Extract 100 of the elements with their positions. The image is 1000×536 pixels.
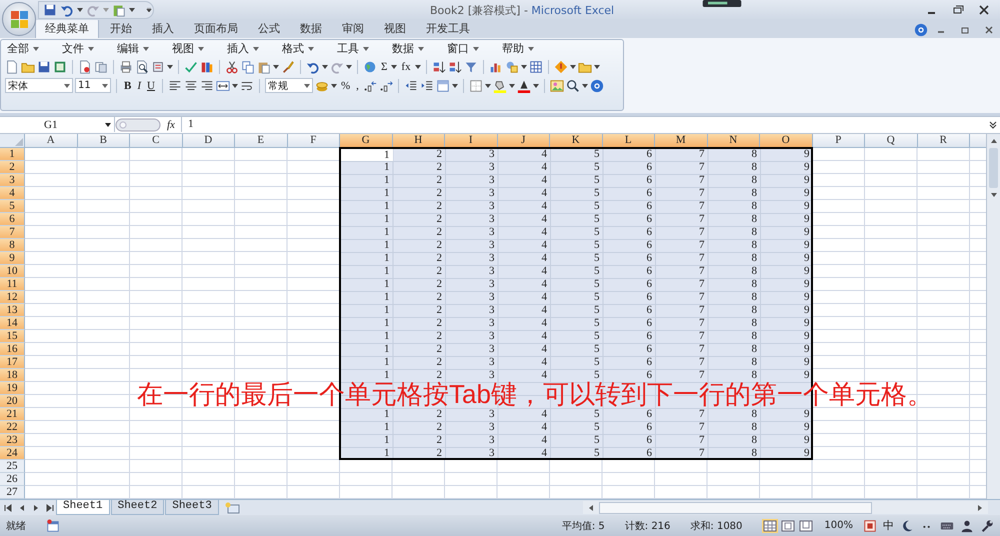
row-header[interactable]: 20	[0, 394, 25, 408]
column-header[interactable]: D	[182, 134, 235, 148]
caret-icon[interactable]	[418, 46, 424, 51]
brush-icon[interactable]	[281, 60, 295, 74]
caret-icon[interactable]	[167, 64, 173, 69]
merge-icon[interactable]	[216, 78, 230, 93]
scrollbar-thumb[interactable]	[599, 502, 872, 514]
font-color-icon[interactable]	[516, 78, 531, 93]
row-header[interactable]: 24	[0, 446, 25, 460]
printer-icon[interactable]	[119, 60, 133, 74]
style-button[interactable]: U	[145, 78, 157, 93]
help-icon[interactable]	[590, 78, 604, 93]
row-header[interactable]: 22	[0, 420, 25, 434]
input-method-icon[interactable]	[863, 518, 877, 533]
ribbon-tab[interactable]: 视图	[375, 18, 415, 38]
decrease-decimal-icon[interactable]	[378, 78, 393, 93]
sheet-tab[interactable]: Sheet2	[110, 500, 164, 516]
row-header[interactable]: 23	[0, 434, 25, 447]
caret-icon[interactable]	[346, 64, 352, 69]
menu-item[interactable]: 全部	[5, 41, 60, 56]
stamp-icon[interactable]	[151, 60, 165, 74]
row-header[interactable]: 15	[0, 330, 25, 343]
caret-icon[interactable]	[77, 8, 83, 12]
column-header[interactable]: A	[25, 134, 78, 148]
page-break-icon[interactable]	[798, 518, 814, 533]
horizontal-scrollbar[interactable]	[583, 501, 988, 514]
preview-icon[interactable]	[135, 60, 149, 74]
row-header[interactable]: 6	[0, 212, 25, 226]
scroll-right-icon[interactable]	[976, 502, 984, 513]
wrench-icon[interactable]	[980, 518, 994, 533]
align-center-icon[interactable]	[184, 78, 198, 93]
zoom-level[interactable]: 100%	[824, 520, 853, 532]
sort-descending-icon[interactable]	[448, 60, 462, 74]
menu-item[interactable]: 帮助	[500, 41, 555, 56]
row-header[interactable]: 12	[0, 290, 25, 304]
save-icon[interactable]	[43, 2, 57, 17]
caret-icon[interactable]	[570, 64, 576, 69]
column-header[interactable]: J	[498, 134, 550, 148]
caret-icon[interactable]	[594, 64, 600, 69]
restore-icon[interactable]	[952, 4, 964, 15]
save-icon[interactable]	[37, 60, 51, 74]
help-icon[interactable]	[914, 22, 928, 37]
close-icon[interactable]	[983, 24, 995, 35]
caret-icon[interactable]	[330, 84, 337, 88]
font-size-box[interactable]: 11	[75, 78, 111, 94]
menu-item[interactable]: 窗口	[445, 41, 500, 56]
ribbon-tab[interactable]: 公式	[249, 18, 289, 38]
scissors-icon[interactable]	[225, 60, 239, 74]
column-header[interactable]: H	[392, 134, 445, 148]
page-icon[interactable]	[5, 60, 19, 74]
indent-increase-icon[interactable]	[420, 78, 434, 93]
vertical-scrollbar[interactable]	[986, 134, 1000, 499]
caret-icon[interactable]	[452, 84, 458, 88]
style-button[interactable]: I	[135, 78, 144, 93]
toolbar-button[interactable]: Σ	[379, 60, 390, 74]
menu-item[interactable]: 文件	[60, 41, 115, 56]
column-header[interactable]: O	[760, 134, 812, 148]
font-box[interactable]: 宋体	[5, 78, 73, 94]
column-header[interactable]: P	[812, 134, 865, 148]
menu-item[interactable]: 工具	[335, 41, 390, 56]
column-header[interactable]: K	[550, 134, 602, 148]
row-header[interactable]: 10	[0, 264, 25, 278]
globe-icon[interactable]	[363, 60, 377, 74]
books-icon[interactable]	[200, 60, 214, 74]
column-header[interactable]: G	[340, 134, 392, 148]
row-header[interactable]: 17	[0, 356, 25, 369]
row-header[interactable]: 26	[0, 472, 25, 486]
caret-icon[interactable]	[322, 64, 328, 69]
normal-view-icon[interactable]	[762, 518, 778, 533]
copy-icon[interactable]	[241, 60, 255, 74]
row-header[interactable]: 9	[0, 252, 25, 265]
last-sheet-icon[interactable]	[45, 502, 55, 513]
caret-icon[interactable]	[532, 84, 539, 88]
ribbon-tab[interactable]: 审阅	[333, 18, 373, 38]
column-header[interactable]: I	[445, 134, 498, 148]
scroll-left-icon[interactable]	[587, 502, 595, 513]
table-style-icon[interactable]	[436, 78, 450, 93]
row-header[interactable]: 1	[0, 148, 25, 161]
sheet-tab[interactable]: Sheet1	[56, 500, 110, 516]
caret-icon[interactable]	[391, 64, 398, 69]
column-header[interactable]: N	[708, 134, 760, 148]
caret-icon[interactable]	[198, 46, 204, 51]
row-header[interactable]: 13	[0, 304, 25, 317]
increase-decimal-icon[interactable]	[362, 78, 377, 93]
caret-icon[interactable]	[308, 46, 314, 51]
caret-icon[interactable]	[528, 46, 534, 51]
menu-item[interactable]: 插入	[225, 41, 280, 56]
column-header[interactable]: M	[655, 134, 708, 148]
scroll-up-icon[interactable]	[988, 136, 998, 145]
column-header[interactable]: B	[78, 134, 130, 148]
row-header[interactable]: 14	[0, 316, 25, 330]
row-header[interactable]: 4	[0, 186, 25, 200]
caret-icon[interactable]	[273, 64, 279, 69]
insert-function-button[interactable]: fx	[167, 118, 175, 131]
indent-decrease-icon[interactable]	[404, 78, 418, 93]
ribbon-tab[interactable]: 开发工具	[417, 18, 479, 38]
caret-icon[interactable]	[508, 84, 515, 88]
caret-icon[interactable]	[253, 46, 259, 51]
menu-item[interactable]: 数据	[390, 41, 445, 56]
menu-item[interactable]: 视图	[170, 41, 225, 56]
